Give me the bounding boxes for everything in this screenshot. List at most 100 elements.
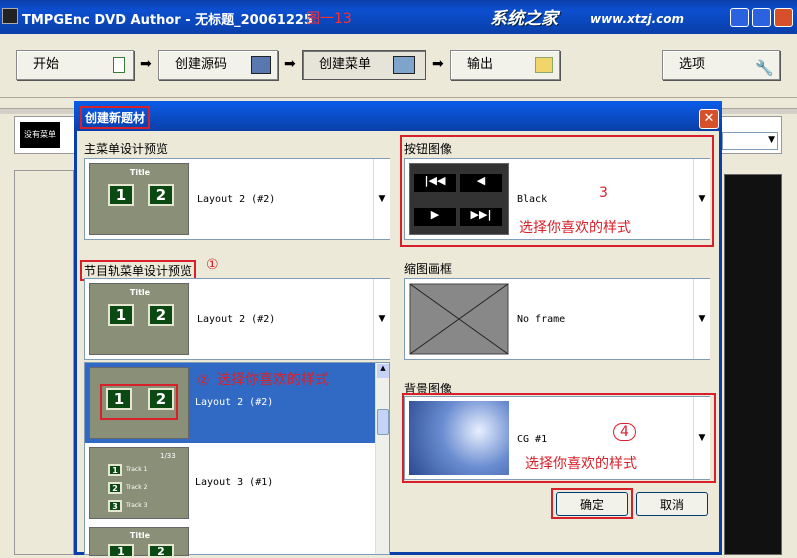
chevron-down-icon[interactable]: ▼ xyxy=(693,159,710,239)
thumb-title: Title xyxy=(129,168,151,177)
chapter-menu-picker[interactable]: Title 1 2 Layout 2 (#2) ▼ xyxy=(84,278,390,360)
thumb-tile: 2 xyxy=(108,482,122,494)
wrench-icon: 🔧 xyxy=(755,59,774,77)
left-panel xyxy=(14,170,74,555)
watermark-logo: 系统之家 xyxy=(490,9,558,29)
preview-panel xyxy=(724,174,782,555)
app-icon xyxy=(2,8,18,24)
main-menu-label: 主菜单设计预览 xyxy=(84,142,169,156)
dialog-title-bar: 创建新题材 xyxy=(74,101,722,131)
thumb-page: 1/33 xyxy=(160,452,176,460)
main-menu-picker[interactable]: Title 1 2 Layout 2 (#2) ▼ xyxy=(84,158,390,240)
thumb-tile: 1 xyxy=(108,464,122,476)
button-image-label: 按钮图像 xyxy=(404,142,453,156)
first-icon: |◀◀ xyxy=(414,174,456,192)
thumb-tile: 2 xyxy=(148,388,174,410)
watermark-url: www.xtzj.com xyxy=(590,12,685,26)
annotation-3: 3 xyxy=(599,185,608,201)
chapter-menu-list: 1 2 Layout 2 (#2) ② 选择你喜欢的样式 1/33 1 2 3 … xyxy=(84,362,390,558)
close-button[interactable] xyxy=(774,8,793,27)
scroll-thumb[interactable] xyxy=(377,409,389,435)
chevron-down-icon[interactable]: ▼ xyxy=(373,279,390,359)
annotation-4: 4 xyxy=(613,423,636,441)
thumbnail-frame-label: 缩图画框 xyxy=(404,262,453,276)
list-item[interactable]: 1 2 Layout 2 (#2) ② 选择你喜欢的样式 xyxy=(85,363,375,443)
options-button[interactable]: 选项 🔧 xyxy=(662,50,780,80)
window-title: TMPGEnc DVD Author - 无标题_20061225 xyxy=(22,13,313,28)
arrow-icon: ➡ xyxy=(432,56,444,72)
thumb-tile: 2 xyxy=(148,184,174,206)
chevron-down-icon[interactable]: ▼ xyxy=(693,279,710,359)
chapter-menu-thumbnail: Title 1 2 xyxy=(89,283,189,355)
annotation-hint-2: 选择你喜欢的样式 xyxy=(217,372,329,388)
ok-button[interactable]: 确定 xyxy=(556,492,628,516)
output-label: 输出 xyxy=(467,57,494,72)
main-menu-value: Layout 2 (#2) xyxy=(197,194,276,205)
thumb-title: Title xyxy=(129,288,151,297)
button-image-thumbnail: |◀◀ ◀ ▶ ▶▶| xyxy=(409,163,509,235)
list-item[interactable]: 1/33 1 2 3 Track 1 Track 2 Track 3 Layou… xyxy=(85,443,375,523)
figure-note: 图一13 xyxy=(306,11,352,27)
chevron-down-icon[interactable]: ▼ xyxy=(693,397,710,479)
next-icon: ▶ xyxy=(414,208,456,226)
thumb-tile: 3 xyxy=(108,500,122,512)
list-item-label: Layout 3 (#1) xyxy=(195,477,274,488)
dialog-close-button[interactable]: ✕ xyxy=(699,109,719,129)
arrow-icon: ➡ xyxy=(140,56,152,72)
no-frame-icon xyxy=(409,283,509,355)
thumb-title: Title xyxy=(129,531,151,540)
arrow-icon: ➡ xyxy=(284,56,296,72)
list-thumbnail: 1 2 xyxy=(89,367,189,439)
title-bar: TMPGEnc DVD Author - 无标题_20061225 图一13 系… xyxy=(0,0,797,34)
options-label: 选项 xyxy=(679,57,706,72)
cancel-button[interactable]: 取消 xyxy=(636,492,708,516)
folder-icon xyxy=(535,57,553,73)
thumb-tile: 2 xyxy=(148,544,174,558)
list-thumbnail: 1/33 1 2 3 Track 1 Track 2 Track 3 xyxy=(89,447,189,519)
button-image-value: Black xyxy=(517,194,548,205)
page-icon xyxy=(113,57,125,73)
background-image-picker[interactable]: CG #1 4 选择你喜欢的样式 ▼ xyxy=(404,396,710,480)
source-icon xyxy=(251,56,271,74)
no-menu-thumb[interactable]: 没有菜单 xyxy=(20,122,60,148)
create-source-label: 创建源码 xyxy=(175,57,228,72)
output-button[interactable]: 输出 xyxy=(450,50,560,80)
last-icon: ▶▶| xyxy=(460,208,502,226)
thumb-tile: 2 xyxy=(148,304,174,326)
scroll-up-icon[interactable]: ▲ xyxy=(377,364,389,378)
maximize-button[interactable] xyxy=(752,8,771,27)
main-toolbar: 开始 ➡ 创建源码 ➡ 创建菜单 ➡ 输出 选项 🔧 xyxy=(0,36,797,98)
annotation-2: ② xyxy=(197,373,210,389)
thumbnail-frame-value: No frame xyxy=(517,314,566,325)
create-menu-label: 创建菜单 xyxy=(319,57,372,72)
list-thumbnail: Title 1 2 xyxy=(89,527,189,558)
list-scrollbar[interactable]: ▲ xyxy=(375,363,389,554)
thumb-track: Track 1 xyxy=(126,466,148,473)
thumb-tile: 1 xyxy=(108,544,134,558)
main-menu-thumbnail: Title 1 2 xyxy=(89,163,189,235)
thumbnail-frame-picker[interactable]: No frame ▼ xyxy=(404,278,710,360)
list-item[interactable]: Title 1 2 xyxy=(85,523,375,558)
thumb-track: Track 2 xyxy=(126,484,148,491)
thumb-tile: 1 xyxy=(108,184,134,206)
annotation-1: ① xyxy=(206,257,219,273)
menu-select[interactable]: ▼ xyxy=(722,132,778,150)
dialog-title: 创建新题材 xyxy=(80,106,151,129)
start-button[interactable]: 开始 xyxy=(16,50,134,80)
chapter-menu-value: Layout 2 (#2) xyxy=(197,314,276,325)
thumb-track: Track 3 xyxy=(126,502,148,509)
button-image-picker[interactable]: |◀◀ ◀ ▶ ▶▶| Black 3 选择你喜欢的样式 ▼ xyxy=(404,158,710,240)
menu-icon xyxy=(393,56,415,74)
annotation-hint-4: 选择你喜欢的样式 xyxy=(525,456,637,472)
create-source-button[interactable]: 创建源码 xyxy=(158,50,278,80)
create-menu-button[interactable]: 创建菜单 xyxy=(302,50,426,80)
minimize-button[interactable] xyxy=(730,8,749,27)
chevron-down-icon[interactable]: ▼ xyxy=(373,159,390,239)
annotation-hint-3: 选择你喜欢的样式 xyxy=(519,220,631,236)
thumb-tile: 1 xyxy=(106,388,132,410)
list-item-label: Layout 2 (#2) xyxy=(195,397,274,408)
thumb-tile: 1 xyxy=(108,304,134,326)
background-image-value: CG #1 xyxy=(517,434,548,445)
start-label: 开始 xyxy=(33,57,60,72)
background-thumbnail xyxy=(409,401,509,475)
